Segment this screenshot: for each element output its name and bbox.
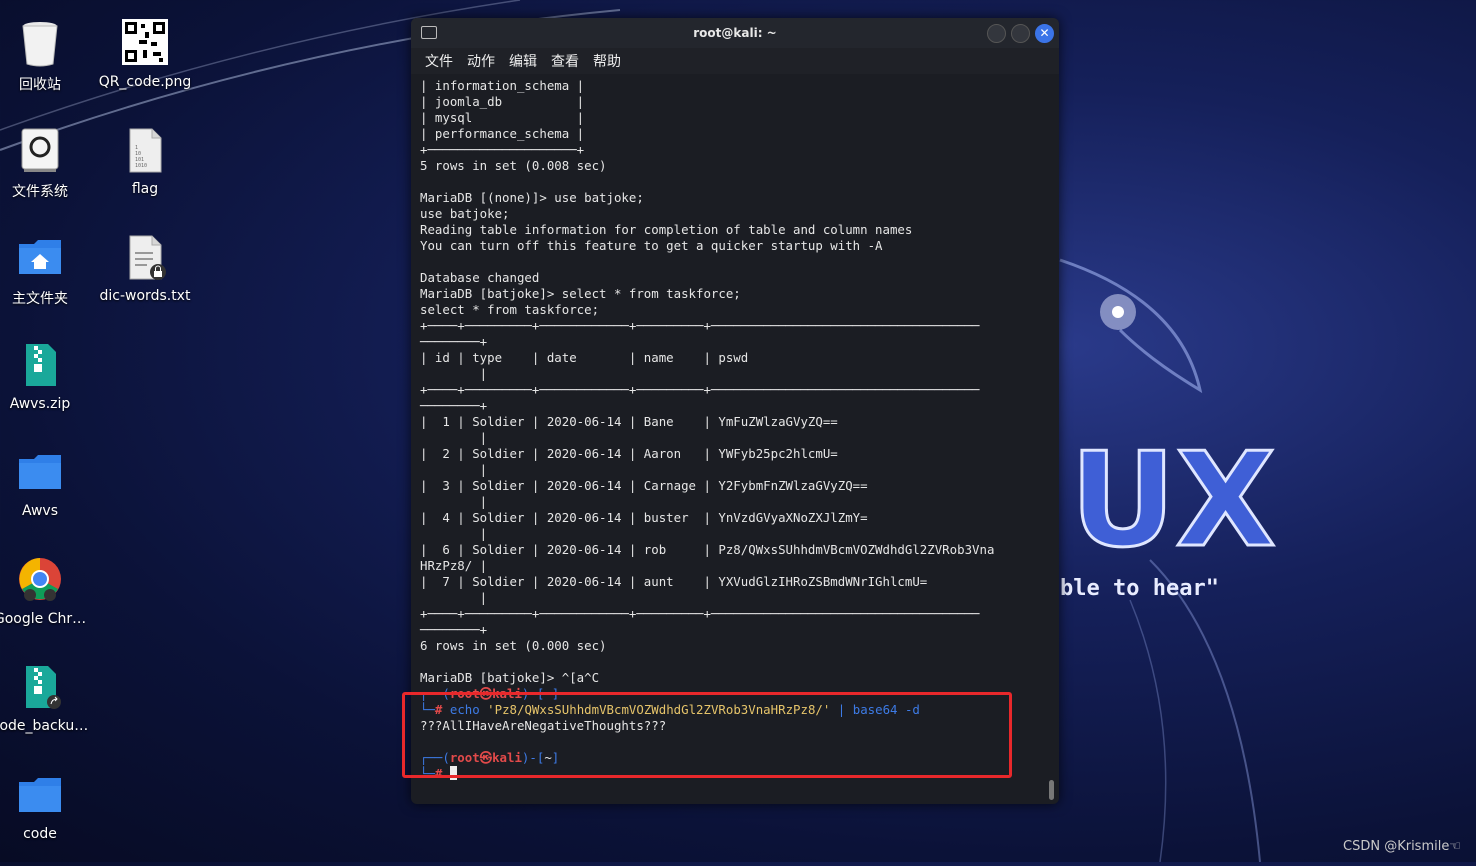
zip-icon (16, 340, 64, 390)
terminal-line: Reading table information for completion… (420, 222, 913, 237)
desktop-icon-label: dic-words.txt (99, 288, 191, 304)
folder-icon (16, 770, 64, 820)
svg-text:UX: UX (1070, 424, 1276, 576)
menu-bar: 文件 动作 编辑 查看 帮助 (411, 48, 1059, 74)
terminal-line: +────+─────────+────────────+─────────+─… (420, 382, 980, 397)
minimize-button[interactable] (987, 24, 1006, 43)
desktop-icon-label: QR_code.png (98, 74, 192, 90)
watermark: CSDN @Krismile☜ (1343, 839, 1461, 854)
terminal-line: ────────+ (420, 334, 488, 349)
menu-help[interactable]: 帮助 (593, 51, 621, 71)
terminal-line: | id | type | date | name | pswd (420, 350, 749, 365)
svg-text:1010: 1010 (135, 163, 147, 169)
drive-icon (16, 125, 64, 175)
desktop-icon-qr-code[interactable]: QR_code.png (90, 18, 200, 90)
annotation-highlight-box (402, 692, 1012, 778)
terminal-line: +────+─────────+────────────+─────────+─… (420, 606, 980, 621)
desktop-icon-label: 文件系统 (12, 184, 68, 200)
qr-image-icon (121, 18, 169, 68)
terminal-line: ────────+ (420, 622, 488, 637)
maximize-button[interactable] (1011, 24, 1030, 43)
desktop-icon-awvs[interactable]: Awvs (0, 447, 95, 519)
desktop-icon-dic-words[interactable]: dic-words.txt (90, 232, 200, 304)
desktop-icon-trash[interactable]: 回收站 (0, 18, 95, 94)
desktop-icon-home[interactable]: 主文件夹 (0, 232, 95, 308)
desktop-icon-code-backup[interactable]: code_backu… (0, 662, 95, 734)
desktop-icon-label: flag (131, 181, 159, 197)
terminal-line: | (420, 494, 488, 509)
desktop-icon-label: 回收站 (19, 77, 61, 93)
terminal-line: +────+─────────+────────────+─────────+─… (420, 318, 980, 333)
folder-icon (16, 447, 64, 497)
terminal-line: | performance_schema | (420, 126, 585, 141)
terminal-line: | 4 | Soldier | 2020-06-14 | buster | Yn… (420, 510, 868, 525)
terminal-line: +────────────────────+ (420, 142, 585, 157)
terminal-line: | joomla_db | (420, 94, 585, 109)
terminal-line: use batjoke; (420, 206, 510, 221)
binary-file-icon: 1 10 101 1010 (121, 125, 169, 175)
chrome-icon (16, 555, 64, 605)
terminal-line: | (420, 430, 488, 445)
desktop-icon-flag[interactable]: 1 10 101 1010 flag (90, 125, 200, 197)
desktop-icon-label: code (23, 826, 57, 842)
desktop-icon-label: Awvs (21, 503, 59, 519)
terminal-line: | mysql | (420, 110, 585, 125)
menu-file[interactable]: 文件 (425, 51, 453, 71)
title-bar[interactable]: root@kali: ~ ✕ (411, 18, 1059, 48)
desktop-icon-label: Awvs.zip (9, 396, 71, 412)
menu-actions[interactable]: 动作 (467, 51, 495, 71)
terminal-line: 5 rows in set (0.008 sec) (420, 158, 607, 173)
desktop-icon-awvs-zip[interactable]: Awvs.zip (0, 340, 95, 412)
desktop-icon-code[interactable]: code (0, 770, 95, 842)
terminal-line: MariaDB [(none)]> use batjoke; (420, 190, 644, 205)
terminal-history: | information_schema | | joomla_db | | mys… (420, 78, 1059, 686)
terminal-line: | 3 | Soldier | 2020-06-14 | Carnage | Y… (420, 478, 868, 493)
terminal-line: HRzPz8/ | (420, 558, 488, 573)
terminal-line: MariaDB [batjoke]> select * from taskfor… (420, 286, 741, 301)
terminal-line: | 1 | Soldier | 2020-06-14 | Bane | YmFu… (420, 414, 838, 429)
terminal-window[interactable]: root@kali: ~ ✕ 文件 动作 编辑 查看 帮助 | informat… (411, 18, 1059, 804)
terminal-line: | (420, 590, 488, 605)
terminal-line: | 2 | Soldier | 2020-06-14 | Aaron | YWF… (420, 446, 838, 461)
terminal-line: You can turn off this feature to get a q… (420, 238, 883, 253)
close-icon: ✕ (1039, 26, 1050, 40)
close-button[interactable]: ✕ (1035, 24, 1054, 43)
trash-icon (16, 18, 64, 68)
home-folder-icon (16, 232, 64, 282)
terminal-line: | 6 | Soldier | 2020-06-14 | rob | Pz8/Q… (420, 542, 995, 557)
scrollbar[interactable] (1049, 780, 1054, 800)
terminal-line: | 7 | Soldier | 2020-06-14 | aunt | YXVu… (420, 574, 928, 589)
desktop-icon-filesystem[interactable]: 文件系统 (0, 125, 95, 201)
desktop-icon-chrome[interactable]: Google Chr… (0, 555, 95, 627)
svg-text:ble to hear": ble to hear" (1060, 576, 1219, 601)
terminal-line: 6 rows in set (0.000 sec) (420, 638, 607, 653)
desktop-icon-label: 主文件夹 (12, 291, 68, 307)
menu-edit[interactable]: 编辑 (509, 51, 537, 71)
terminal-line: ────────+ (420, 398, 488, 413)
desktop-icon-label: code_backu… (0, 718, 89, 734)
terminal-line: | (420, 366, 488, 381)
window-title: root@kali: ~ (693, 26, 777, 40)
menu-view[interactable]: 查看 (551, 51, 579, 71)
terminal-line: Database changed (420, 270, 540, 285)
locked-text-file-icon (121, 232, 169, 282)
terminal-line: MariaDB [batjoke]> ^[a^C (420, 670, 600, 685)
terminal-line: | (420, 526, 488, 541)
terminal-line: | (420, 462, 488, 477)
terminal-line: select * from taskforce; (420, 302, 600, 317)
terminal-line: | information_schema | (420, 78, 585, 93)
desktop-icon-label: Google Chr… (0, 611, 87, 627)
zip-link-icon (16, 662, 64, 712)
